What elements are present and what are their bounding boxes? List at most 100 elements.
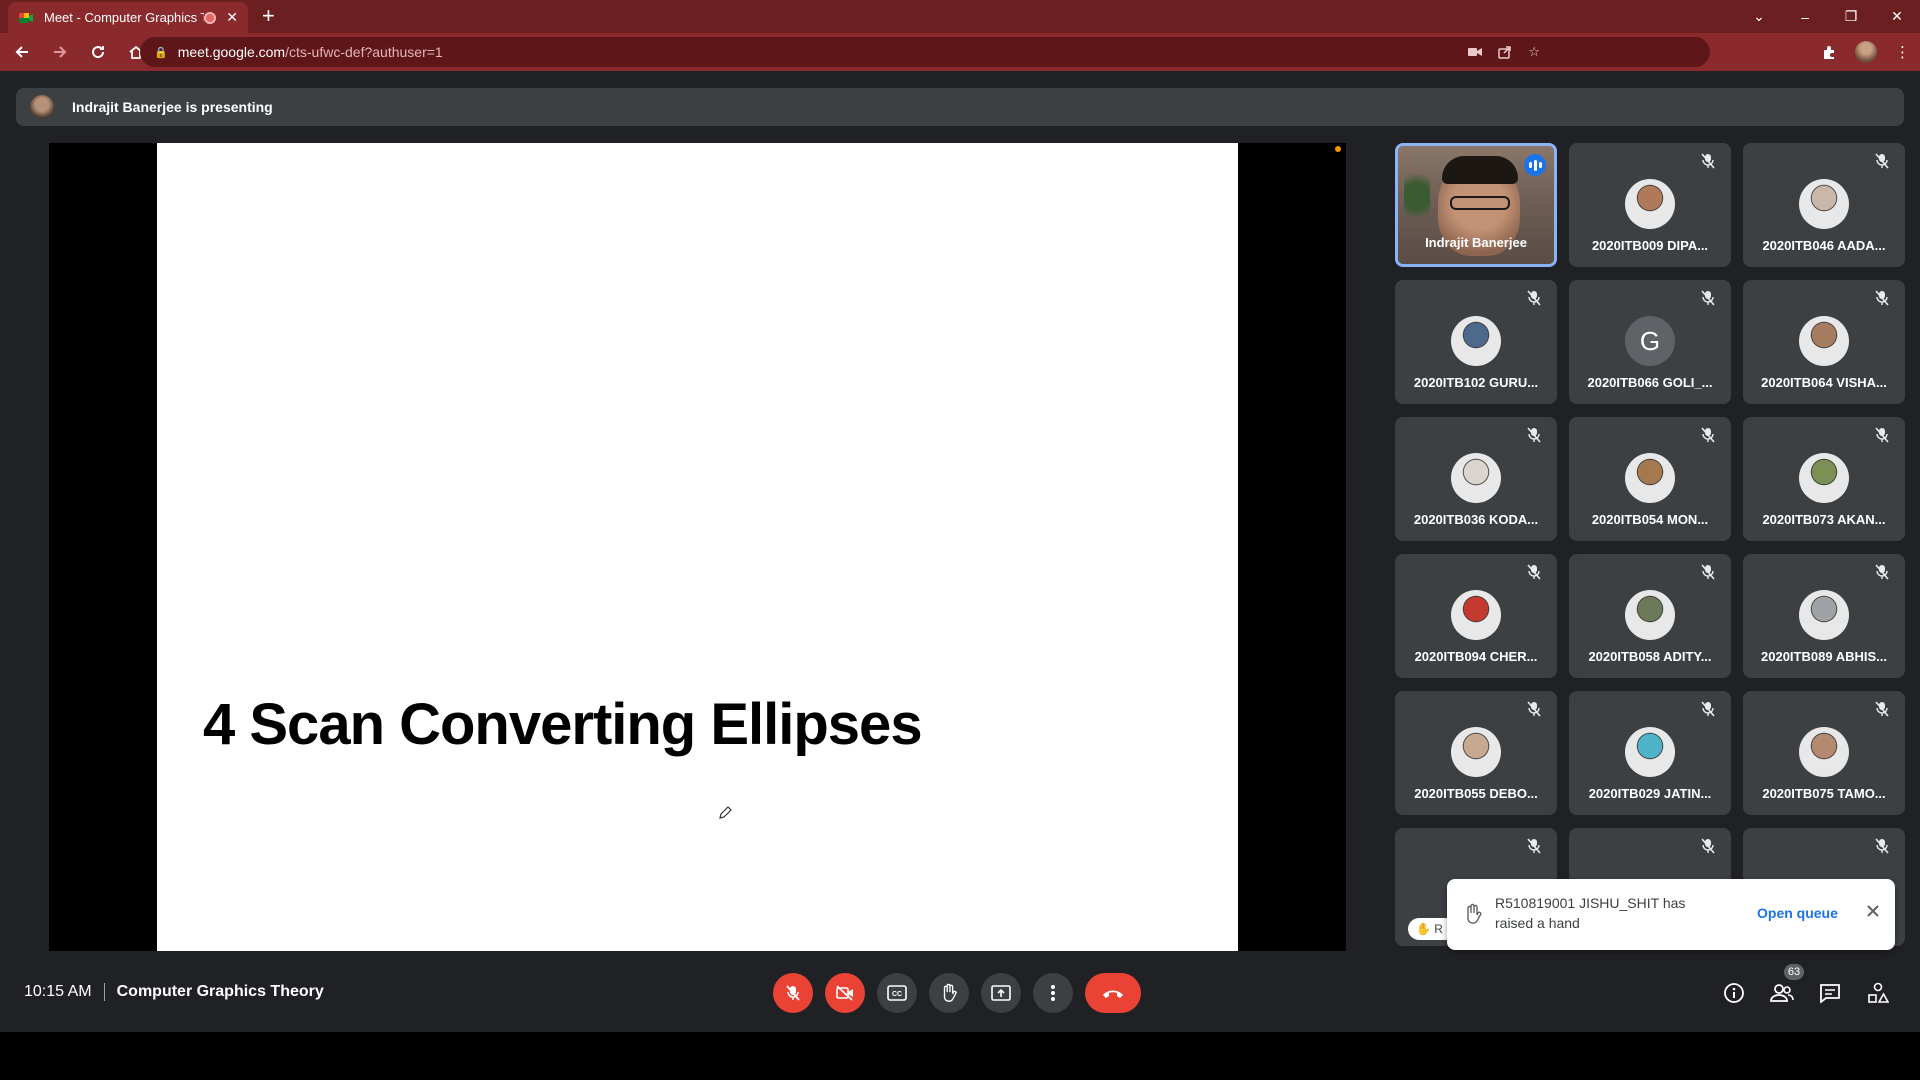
url-host: meet.google.com [177,44,286,60]
arrow-right-icon [54,46,67,58]
mic-off-icon [1527,564,1541,580]
activities-shapes-icon [1868,982,1889,1003]
restore-button[interactable]: ❐ [1828,8,1874,25]
hand-icon: ✋ [1416,922,1431,936]
mic-off-icon [1875,290,1889,306]
participant-avatar [1799,727,1849,777]
meet-app: Indrajit Banerjee is presenting 4 Scan C… [0,71,1920,1032]
raised-hand-icon [1467,903,1482,924]
mic-off-icon [1875,701,1889,717]
mic-off-icon [1701,701,1715,717]
meeting-name: Computer Graphics Theory [116,983,324,1000]
raised-hand-chip: ✋ R [1408,918,1448,940]
mic-off-icon [1527,838,1541,854]
more-options-button[interactable] [1033,973,1073,1013]
closed-captions-icon: CC [887,985,907,1001]
mic-off-icon [1875,153,1889,169]
meeting-details: 10:15 AM Computer Graphics Theory [24,983,324,1001]
mic-off-icon [1527,290,1541,306]
participant-avatar [1625,727,1675,777]
chat-button[interactable] [1816,979,1844,1007]
participant-tile[interactable]: 2020ITB036 KODA... [1395,417,1557,541]
participant-avatar [1451,590,1501,640]
profile-avatar[interactable] [1855,41,1877,63]
captions-button[interactable]: CC [877,973,917,1013]
mic-off-icon [1875,427,1889,443]
info-icon [1724,983,1744,1003]
participant-tile[interactable]: 2020ITB029 JATIN... [1569,691,1731,815]
tab-close-icon[interactable]: ✕ [226,9,238,26]
participant-tile[interactable]: 2020ITB046 AADA... [1743,143,1905,267]
share-icon[interactable] [1498,45,1512,59]
participant-name: Indrajit Banerjee [1425,235,1527,250]
raise-hand-button[interactable] [929,973,969,1013]
mic-off-icon [786,985,800,1001]
tab-search-icon[interactable]: ⌄ [1736,8,1782,25]
participant-name: 2020ITB066 GOLI_... [1587,375,1713,390]
participant-avatar [1799,453,1849,503]
open-queue-button[interactable]: Open queue [1757,905,1838,921]
presenting-banner: Indrajit Banerjee is presenting [16,88,1904,126]
close-window-button[interactable]: ✕ [1874,8,1920,25]
reload-button[interactable] [82,36,114,68]
bookmark-star-icon[interactable]: ☆ [1528,44,1540,60]
leave-call-button[interactable] [1085,973,1141,1013]
participant-name: 2020ITB036 KODA... [1413,512,1539,527]
presenting-text: Indrajit Banerjee is presenting [72,99,273,115]
participant-tile[interactable]: 2020ITB073 AKAN... [1743,417,1905,541]
participant-tile[interactable]: 2020ITB064 VISHA... [1743,280,1905,404]
new-tab-button[interactable]: + [262,5,275,27]
participant-tile[interactable]: G 2020ITB066 GOLI_... [1569,280,1731,404]
divider [103,983,105,1001]
participant-tile[interactable]: 2020ITB089 ABHIS... [1743,554,1905,678]
recording-icon [204,11,217,24]
minimize-button[interactable]: – [1782,9,1828,25]
tab-title: Meet - Computer Graphics T [44,10,205,25]
participant-tile[interactable]: 2020ITB102 GURU... [1395,280,1557,404]
raised-hand-toast: R510819001 JISHU_SHIT has raised a hand … [1447,879,1895,950]
svg-text:CC: CC [892,991,902,998]
microphone-toggle-button[interactable] [773,973,813,1013]
participant-avatar [1799,179,1849,229]
participant-tile[interactable]: 2020ITB054 MON... [1569,417,1731,541]
meeting-details-button[interactable] [1720,979,1748,1007]
camera-toggle-button[interactable] [825,973,865,1013]
extensions-icon[interactable] [1821,44,1837,60]
mic-off-icon [1701,427,1715,443]
presentation-stage[interactable]: 4 Scan Converting Ellipses [49,143,1346,951]
mic-off-icon [1875,564,1889,580]
people-button[interactable] [1768,979,1796,1007]
people-count-badge: 63 [1784,964,1804,980]
browser-menu-icon[interactable]: ⋮ [1895,43,1910,61]
participant-tile[interactable]: 2020ITB058 ADITY... [1569,554,1731,678]
presented-slide: 4 Scan Converting Ellipses [157,143,1238,951]
toast-close-icon[interactable] [1865,903,1881,919]
activities-button[interactable] [1864,979,1892,1007]
participant-tile[interactable]: 2020ITB094 CHER... [1395,554,1557,678]
participant-name: 2020ITB046 AADA... [1762,238,1886,253]
mic-off-icon [1527,701,1541,717]
participant-avatar [1625,590,1675,640]
address-bar[interactable]: 🔒 meet.google.com/cts-ufwc-def?authuser=… [140,37,1710,67]
participant-tile[interactable]: Indrajit Banerjee [1395,143,1557,267]
participant-name: 2020ITB089 ABHIS... [1761,649,1887,664]
speaking-indicator-icon [1524,154,1546,176]
mic-off-icon [1701,290,1715,306]
lock-icon[interactable]: 🔒 [154,46,168,59]
url-path: /cts-ufwc-def?authuser=1 [285,44,443,60]
participant-tile[interactable]: 2020ITB009 DIPA... [1569,143,1731,267]
screen-bottom-edge [0,1032,1920,1080]
camera-in-use-icon[interactable] [1468,46,1483,58]
participant-tile[interactable]: 2020ITB055 DEBO... [1395,691,1557,815]
present-now-button[interactable] [981,973,1021,1013]
participant-tile[interactable]: 2020ITB075 TAMO... [1743,691,1905,815]
meet-favicon-icon [19,12,33,23]
participant-avatar: G [1625,316,1675,366]
forward-button[interactable] [44,36,76,68]
back-button[interactable] [6,36,38,68]
mic-off-icon [1875,838,1889,854]
participant-avatar [1451,316,1501,366]
participant-avatar [1451,727,1501,777]
browser-tab-meet[interactable]: Meet - Computer Graphics T ✕ [8,2,248,33]
toast-message: R510819001 JISHU_SHIT has raised a hand [1495,895,1686,931]
